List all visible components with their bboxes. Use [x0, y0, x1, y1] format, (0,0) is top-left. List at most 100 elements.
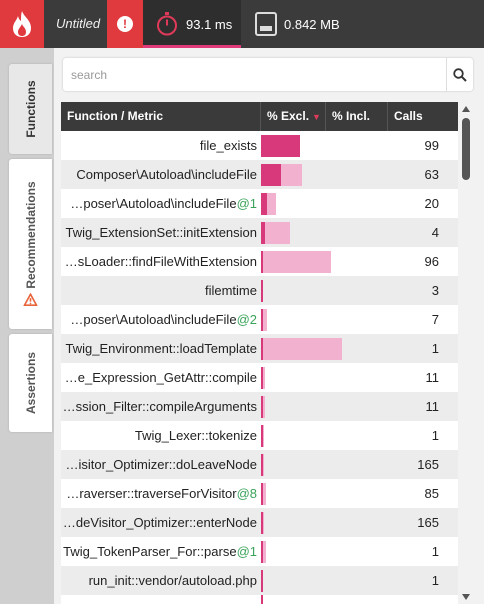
function-name: …e_Expression_GetAttr::compile: [64, 370, 257, 385]
calls-count: 85: [424, 486, 439, 501]
memory-value: 0.842 MB: [284, 17, 340, 32]
function-name: Twig_TokenParser_For::parse@1: [63, 544, 257, 559]
table-row[interactable]: filemtime 3: [61, 276, 458, 305]
memory-icon: [255, 12, 277, 36]
table-row[interactable]: …ssion_Filter::compileArguments 11: [61, 392, 458, 421]
calls-count: 20: [424, 196, 439, 211]
function-name: Twig_ExtensionSet::initExtension: [65, 225, 258, 240]
table-row[interactable]: …deVisitor_Optimizer::enterNode 165: [61, 508, 458, 537]
column-header-incl[interactable]: % Incl.: [326, 102, 388, 131]
percent-bars: [261, 392, 388, 421]
table-row[interactable]: …e_Expression_GetAttr::compile 11: [61, 363, 458, 392]
scrollbar[interactable]: [460, 102, 472, 604]
calls-count: 165: [417, 515, 439, 530]
function-name: filemtime: [204, 283, 257, 298]
function-name: …poser\Autoload\includeFile@2: [70, 312, 257, 327]
sort-desc-icon: ▼: [312, 112, 321, 122]
search-box: [63, 58, 473, 91]
function-name: run_init::vendor/autoload.php: [88, 573, 257, 588]
column-header-excl[interactable]: % Excl. ▼: [261, 102, 326, 131]
excl-bar: [261, 222, 265, 244]
excl-bar: [261, 483, 263, 505]
alert-icon: !: [117, 16, 133, 32]
calls-count: 1: [431, 544, 439, 559]
table-row[interactable]: Twig_TokenParser_For::parse@1 1: [61, 537, 458, 566]
table-row[interactable]: Twig_ExtensionSet::initExtension 4: [61, 218, 458, 247]
tab-assertions[interactable]: Assertions: [9, 334, 52, 432]
tab-recommendations-label: Recommendations: [22, 181, 38, 306]
call-suffix: @1: [236, 196, 257, 211]
table-row[interactable]: file_exists 99: [61, 131, 458, 160]
table-row[interactable]: Composer\Autoload\includeFile 63: [61, 160, 458, 189]
function-name: …ssion_Filter::compileArguments: [62, 399, 257, 414]
function-name: …sLoader::findFileWithExtension: [64, 254, 257, 269]
excl-bar: [261, 570, 263, 592]
search-input[interactable]: [63, 58, 459, 91]
percent-bars: [261, 421, 388, 450]
table-row[interactable]: Twig_Lexer::tokenize 1: [61, 421, 458, 450]
function-name: Composer\Autoload\includeFile: [76, 167, 257, 182]
function-name: …isitor_Optimizer::doLeaveNode: [65, 457, 257, 472]
table-row[interactable]: …poser\Autoload\includeFile@1 20: [61, 189, 458, 218]
percent-bars: [261, 189, 388, 218]
percent-bars: [261, 247, 388, 276]
table-row[interactable]: …raverser::traverseForVisitor@8 85: [61, 479, 458, 508]
excl-bar: [261, 135, 300, 157]
percent-bars: [261, 363, 388, 392]
percent-bars: [261, 334, 388, 363]
tab-functions[interactable]: Functions: [9, 64, 52, 154]
column-header-calls[interactable]: Calls: [388, 102, 458, 131]
table-row[interactable]: …sLoader::findFileWithExtension 96: [61, 247, 458, 276]
excl-bar: [261, 367, 263, 389]
column-header-function[interactable]: Function / Metric: [61, 102, 261, 131]
calls-count: 99: [424, 138, 439, 153]
table-row[interactable]: …poser\Autoload\includeFile@2 7: [61, 305, 458, 334]
table-row[interactable]: …isitor_Optimizer::doLeaveNode 165: [61, 450, 458, 479]
excl-bar: [261, 309, 263, 331]
percent-bars: [261, 479, 388, 508]
calls-count: 11: [425, 370, 440, 385]
tab-recommendations[interactable]: Recommendations: [9, 159, 52, 329]
side-tabs: Functions Recommendations Assertions: [0, 48, 54, 604]
excl-bar: [261, 193, 268, 215]
functions-table: Function / Metric % Excl. ▼ % Incl. Calls…: [61, 102, 458, 604]
search-button[interactable]: [446, 58, 473, 91]
function-name: …deVisitor_Optimizer::enterNode: [62, 515, 257, 530]
scroll-down-icon[interactable]: [461, 593, 471, 601]
table-header: Function / Metric % Excl. ▼ % Incl. Calls: [61, 102, 458, 131]
calls-count: 3: [431, 283, 439, 298]
percent-bars: [261, 276, 388, 305]
percent-bars: [261, 566, 388, 595]
excl-bar: [261, 338, 263, 360]
calls-count: 4: [431, 225, 439, 240]
table-row[interactable]: Twig_Environment::loadTemplate 1: [61, 334, 458, 363]
call-suffix: @8: [236, 486, 257, 501]
stopwatch-icon: [157, 12, 177, 36]
functions-panel: Function / Metric % Excl.▼ % Incl. Calls…: [54, 48, 484, 604]
call-suffix: @2: [236, 312, 257, 327]
function-name: Twig_Lexer::tokenize: [134, 428, 257, 443]
function-name: …poser\Autoload\includeFile@1: [70, 196, 257, 211]
percent-bars: [261, 218, 388, 247]
calls-count: 96: [424, 254, 439, 269]
time-value: 93.1 ms: [186, 17, 233, 32]
scrollbar-thumb[interactable]: [462, 118, 470, 180]
calls-count: 165: [417, 457, 439, 472]
percent-bars: [261, 160, 388, 189]
flame-logo-icon[interactable]: [0, 0, 44, 48]
incl-bar: [261, 338, 343, 360]
excl-bar: [261, 280, 263, 302]
incl-bar: [261, 222, 291, 244]
function-name: file_exists: [199, 138, 257, 153]
table-row[interactable]: run_init::vendor/autoload.php 1: [61, 566, 458, 595]
tab-functions-label: Functions: [23, 80, 38, 138]
time-metric-tab[interactable]: 93.1 ms: [143, 0, 241, 48]
excl-bar: [261, 396, 263, 418]
alert-button[interactable]: !: [107, 0, 143, 48]
profile-title[interactable]: Untitled: [56, 16, 100, 31]
calls-count: 63: [424, 167, 439, 182]
bar-baseline: [261, 595, 263, 604]
scroll-up-icon[interactable]: [461, 105, 471, 113]
percent-bars: [261, 537, 388, 566]
excl-bar: [261, 541, 263, 563]
